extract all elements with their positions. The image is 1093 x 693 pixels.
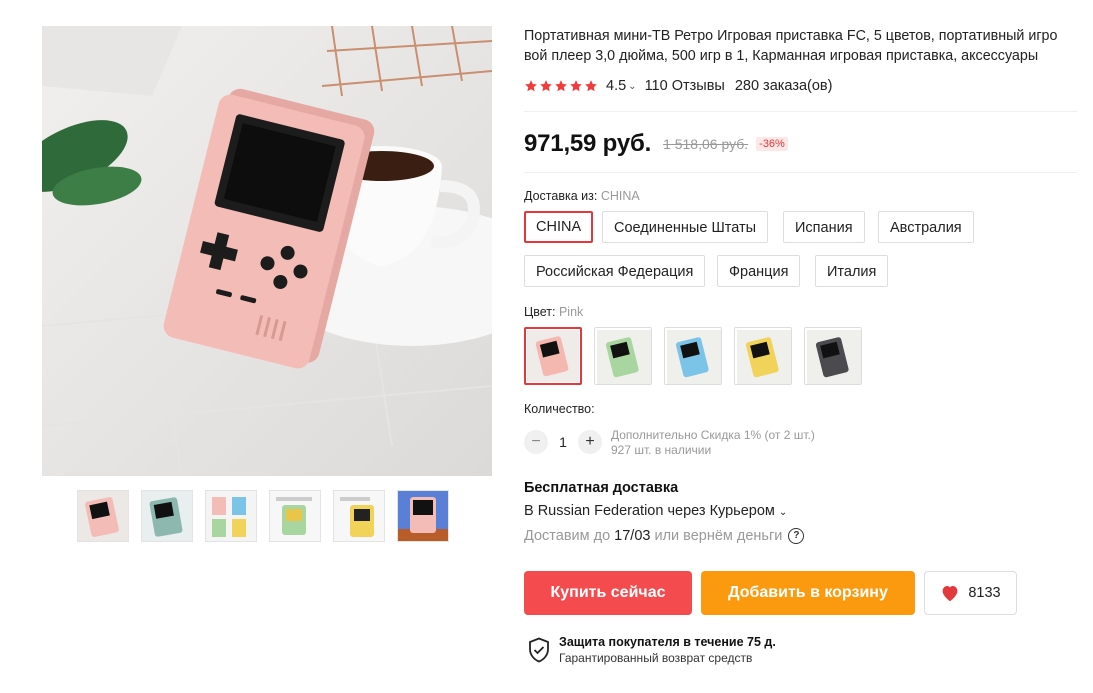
heart-icon	[942, 586, 958, 602]
rating-stars	[524, 79, 598, 93]
discount-badge: -36%	[756, 137, 788, 151]
quantity-stepper: − 1 +	[524, 430, 602, 454]
delivery-estimate: Доставим до 17/03 или вернём деньги ?	[524, 528, 805, 544]
current-price: 971,59 руб.	[524, 130, 652, 157]
free-delivery-title: Бесплатная доставка	[524, 480, 679, 496]
color-label: Цвет: Pink	[524, 305, 583, 319]
color-selected: Pink	[558, 305, 584, 319]
quantity-value[interactable]: 1	[548, 434, 578, 450]
wishlist-button[interactable]: 8133	[924, 571, 1017, 615]
ship-option-usa[interactable]: Соединенные Штаты	[602, 211, 769, 243]
star-icon	[525, 80, 537, 92]
thumbnail-6[interactable]	[397, 490, 449, 542]
color-label-text: Цвет:	[524, 305, 556, 319]
rating-value[interactable]: 4.5	[606, 78, 626, 94]
star-icon	[555, 80, 567, 92]
ship-option-russia[interactable]: Российская Федерация	[524, 255, 706, 287]
color-swatch-black[interactable]	[804, 327, 862, 385]
orders-count: 280 заказа(ов)	[734, 78, 833, 94]
stock-text: 927 шт. в наличии	[611, 443, 712, 457]
quantity-plus-button[interactable]: +	[578, 430, 602, 454]
delivery-prefix: Доставим до	[524, 528, 611, 544]
protection-subtitle: Гарантированный возврат средств	[559, 651, 753, 665]
color-swatch-yellow[interactable]	[734, 327, 792, 385]
protection-title: Защита покупателя в течение 75 д.	[559, 635, 776, 649]
shield-check-icon	[529, 637, 549, 663]
quantity-label: Количество:	[524, 402, 595, 416]
shipping-from-label: Доставка из: CHINA	[524, 189, 640, 203]
reviews-link[interactable]: 110 Отзывы	[645, 78, 725, 94]
product-title-line-2: вой плеер 3,0 дюйма, 500 игр в 1, Карман…	[524, 48, 1039, 64]
color-swatch-blue[interactable]	[664, 327, 722, 385]
thumbnail-4[interactable]	[269, 490, 321, 542]
thumbnail-5[interactable]	[333, 490, 385, 542]
quantity-note: Дополнительно Скидка 1% (от 2 шт.) 927 ш…	[611, 428, 815, 458]
delivery-method-text: В Russian Federation через Курьером	[524, 503, 775, 519]
star-icon	[585, 80, 597, 92]
protection-text: Защита покупателя в течение 75 д. Гарант…	[559, 634, 776, 666]
buy-now-button[interactable]: Купить сейчас	[524, 571, 692, 615]
shipping-from-label-text: Доставка из:	[524, 189, 598, 203]
ship-option-france[interactable]: Франция	[717, 255, 801, 287]
rating-row: 4.5 ⌄ 110 Отзывы 280 заказа(ов)	[524, 76, 832, 96]
help-icon[interactable]: ?	[788, 528, 805, 544]
bulk-discount-text: Дополнительно Скидка 1% (от 2 шт.)	[611, 428, 815, 442]
wishlist-count: 8133	[968, 585, 1001, 601]
delivery-method[interactable]: В Russian Federation через Курьером ⌄	[524, 503, 787, 519]
product-title-line-1: Портативная мини-ТВ Ретро Игровая приста…	[524, 28, 1058, 44]
product-photo	[42, 26, 492, 476]
chevron-down-icon[interactable]: ⌄	[628, 81, 636, 92]
star-icon	[570, 80, 582, 92]
ship-option-italy[interactable]: Италия	[815, 255, 889, 287]
ship-option-china[interactable]: CHINA	[524, 211, 594, 243]
buyer-protection: Защита покупателя в течение 75 д. Гарант…	[528, 634, 776, 666]
thumbnail-1[interactable]	[77, 490, 129, 542]
quantity-minus-button[interactable]: −	[524, 430, 548, 454]
chevron-down-icon: ⌄	[778, 507, 788, 518]
ship-option-australia[interactable]: Австралия	[878, 211, 974, 243]
divider	[524, 111, 1077, 112]
delivery-date: 17/03	[614, 528, 651, 544]
divider	[524, 172, 1077, 173]
star-icon	[540, 80, 552, 92]
add-to-cart-button[interactable]: Добавить в корзину	[701, 571, 915, 615]
price-row: 971,59 руб. 1 518,06 руб. -36%	[524, 128, 788, 160]
color-swatch-green[interactable]	[594, 327, 652, 385]
color-swatch-pink[interactable]	[524, 327, 582, 385]
thumbnail-strip	[77, 490, 449, 542]
thumbnail-3[interactable]	[205, 490, 257, 542]
delivery-suffix: или вернём деньги	[654, 528, 783, 544]
ship-option-spain[interactable]: Испания	[783, 211, 865, 243]
main-product-image[interactable]	[42, 26, 492, 476]
product-title: Портативная мини-ТВ Ретро Игровая приста…	[524, 26, 1079, 66]
old-price: 1 518,06 руб.	[663, 136, 749, 152]
shipping-from-selected: CHINA	[600, 189, 640, 203]
thumbnail-2[interactable]	[141, 490, 193, 542]
